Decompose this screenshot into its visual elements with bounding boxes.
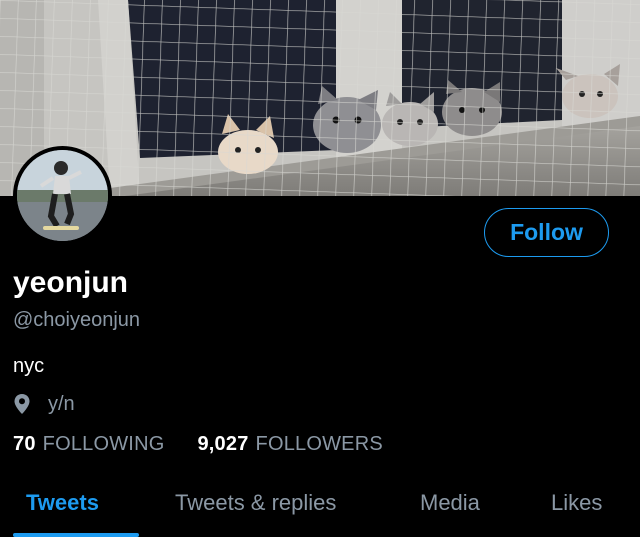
user-handle: @choiyeonjun — [13, 309, 141, 331]
map-pin-icon — [13, 393, 31, 415]
profile-tabs: Tweets Tweets & replies Media Likes — [0, 470, 640, 537]
profile-location: y/n — [13, 392, 75, 416]
following-label: FOLLOWING — [42, 433, 165, 455]
active-tab-indicator — [13, 533, 139, 537]
tab-tweets[interactable]: Tweets — [26, 490, 99, 516]
tab-tweets-and-replies[interactable]: Tweets & replies — [175, 490, 336, 516]
followers-label: FOLLOWERS — [255, 433, 383, 455]
avatar-photo — [17, 150, 108, 241]
following-stat[interactable]: 70 FOLLOWING — [13, 433, 164, 456]
tab-likes[interactable]: Likes — [551, 490, 602, 516]
following-count: 70 — [13, 433, 36, 455]
display-name: yeonjun — [13, 266, 129, 299]
profile-stats: 70 FOLLOWING 9,027 FOLLOWERS — [13, 433, 383, 456]
follow-button[interactable]: Follow — [484, 208, 609, 257]
followers-count: 9,027 — [197, 433, 249, 455]
avatar[interactable] — [13, 146, 112, 245]
profile-bio: nyc — [13, 355, 45, 377]
followers-stat[interactable]: 9,027 FOLLOWERS — [197, 433, 382, 456]
location-text: y/n — [48, 392, 75, 415]
tab-media[interactable]: Media — [420, 490, 480, 516]
